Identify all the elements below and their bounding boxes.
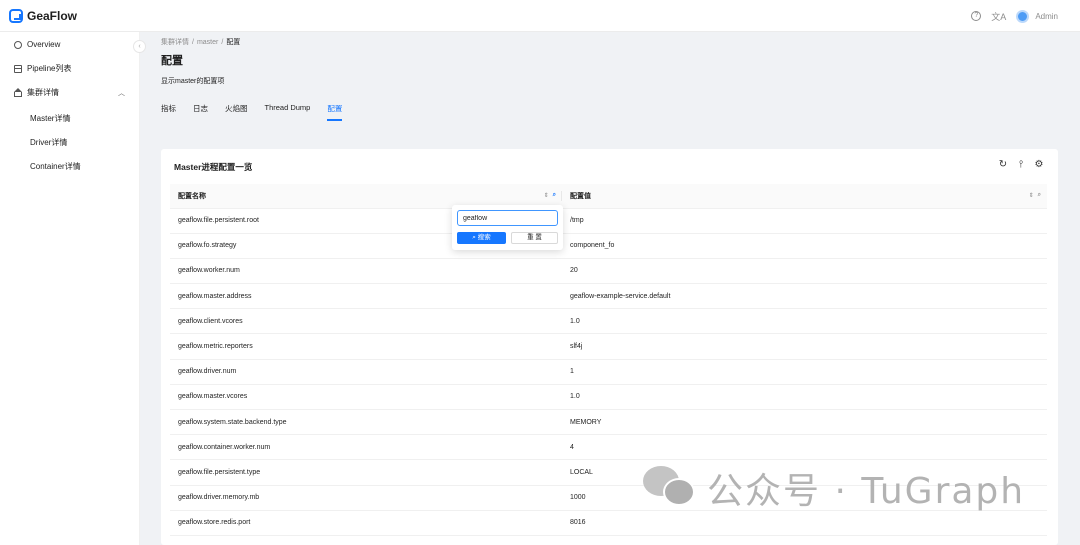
breadcrumb-current: 配置 — [226, 39, 241, 46]
column-header-label: 配置值 — [570, 192, 591, 200]
collapse-sidebar-button[interactable]: ‹ — [133, 40, 146, 53]
tab-config[interactable]: 配置 — [327, 103, 343, 121]
config-name-cell: geaflow.store.redis.port — [170, 510, 562, 536]
column-tools: ⇕ ⌕ — [544, 192, 556, 199]
config-value-cell: component_fo — [562, 233, 1047, 259]
sort-icon[interactable]: ⇕ — [544, 192, 549, 199]
config-name-cell: geaflow.master.address — [170, 283, 562, 310]
top-bar: GeaFlow ? 文A Admin — [0, 0, 1080, 32]
home-icon — [14, 87, 22, 97]
tab-thread-dump[interactable]: Thread Dump — [265, 103, 311, 121]
filter-search-icon[interactable]: ⌕ — [1038, 192, 1041, 199]
sidebar-item-label: 集群详情 — [27, 88, 59, 97]
column-tools: ⇕ ⌕ — [1029, 192, 1041, 199]
help-icon[interactable]: ? — [971, 11, 982, 21]
config-value-cell: geaflow-example-service.default — [562, 283, 1047, 310]
config-value-cell: 1.0 — [562, 384, 1047, 411]
sidebar-subitem-master[interactable]: Master详情 — [30, 113, 70, 124]
sidebar-subitem-driver[interactable]: Driver详情 — [30, 137, 67, 148]
config-name-cell: geaflow.system.state.backend.type — [170, 409, 562, 436]
app-logo[interactable]: GeaFlow — [9, 8, 78, 23]
column-header-value[interactable]: 配置值 ⇕ ⌕ — [562, 184, 1047, 209]
table-row: geaflow.client.vcores 1.0 — [170, 308, 1047, 335]
page-title: 配置 — [161, 55, 183, 67]
sidebar-item-cluster[interactable]: 集群详情 — [14, 87, 59, 98]
config-name-cell: geaflow.metric.reporters — [170, 333, 562, 360]
config-name-cell: geaflow.file.persistent.type — [170, 459, 562, 486]
sidebar-item-overview[interactable]: Overview — [14, 40, 60, 49]
config-value-cell: 1 — [562, 359, 1047, 385]
table-row: geaflow.metric.reporters slf4j — [170, 333, 1047, 360]
config-name-cell: geaflow.driver.num — [170, 359, 562, 385]
table-row: geaflow.master.address geaflow-example-se… — [170, 283, 1047, 310]
breadcrumb-item[interactable]: master — [197, 39, 218, 46]
table-row: geaflow.worker.num 20 — [170, 258, 1047, 285]
config-name-cell: geaflow.master.vcores — [170, 384, 562, 411]
config-name-cell: geaflow.client.vcores — [170, 308, 562, 335]
breadcrumb-separator: / — [192, 39, 194, 46]
config-value-cell: MEMORY — [562, 409, 1047, 436]
filter-search-button[interactable]: ⌕ 搜索 — [457, 232, 506, 244]
config-value-cell: 20 — [562, 258, 1047, 285]
sidebar-item-label: Overview — [27, 40, 61, 49]
filter-search-icon[interactable]: ⌕ — [553, 192, 556, 199]
config-name-cell: geaflow.container.worker.num — [170, 434, 562, 461]
table-row: geaflow.master.vcores 1.0 — [170, 384, 1047, 411]
column-height-icon[interactable]: ⫯ — [1016, 160, 1026, 170]
config-value-cell: 8016 — [562, 510, 1047, 536]
table-row: geaflow.container.worker.num 4 — [170, 434, 1047, 461]
column-filter-popup: ⌕ 搜索 重 置 — [452, 205, 563, 250]
config-name-cell: geaflow.worker.num — [170, 258, 562, 285]
user-name[interactable]: Admin — [1035, 12, 1058, 21]
table-row: geaflow.system.state.backend.type MEMORY — [170, 409, 1047, 436]
breadcrumb-separator: / — [221, 39, 224, 46]
table-row: geaflow.fo.strategy component_fo — [170, 233, 1047, 259]
search-icon: ⌕ — [472, 234, 476, 241]
avatar[interactable] — [1016, 9, 1030, 23]
tab-metrics[interactable]: 指标 — [161, 103, 176, 121]
smile-icon — [14, 40, 22, 49]
watermark-text: 公众号 · TuGraph — [707, 471, 1026, 512]
app-name: GeaFlow — [27, 8, 78, 23]
card-toolbar: ↻ ⫯ ⚙ — [998, 160, 1044, 170]
config-value-cell: 1.0 — [562, 308, 1047, 335]
config-value-cell: slf4j — [562, 333, 1047, 360]
breadcrumb-item[interactable]: 集群详情 — [161, 39, 189, 46]
sidebar-subitem-container[interactable]: Container详情 — [30, 161, 81, 172]
table-header-row: 配置名称 ⇕ ⌕ 配置值 ⇕ ⌕ — [170, 184, 1047, 209]
breadcrumb: 集群详情 / master / 配置 — [161, 37, 240, 47]
page-description: 显示master的配置项 — [161, 78, 225, 85]
config-name-cell: geaflow.driver.memory.mb — [170, 485, 562, 511]
table-row: geaflow.driver.num 1 — [170, 359, 1047, 385]
sidebar-item-label: Pipeline列表 — [27, 64, 72, 73]
chevron-up-icon[interactable]: ︿ — [118, 88, 125, 98]
tab-flame-graph[interactable]: 火焰图 — [225, 103, 248, 121]
table-row: geaflow.store.redis.port 8016 — [170, 510, 1047, 536]
filter-reset-button[interactable]: 重 置 — [511, 232, 558, 244]
sort-icon[interactable]: ⇕ — [1029, 192, 1034, 199]
table-row: geaflow.file.persistent.root/tmp — [170, 208, 1047, 234]
button-label: 搜索 — [477, 234, 491, 241]
wechat-logo-icon — [643, 466, 699, 510]
geaflow-logo-icon — [9, 8, 23, 23]
language-icon[interactable]: 文A — [991, 10, 1006, 23]
card-title: Master进程配置一览 — [174, 162, 253, 172]
config-value-cell: 4 — [562, 434, 1047, 461]
top-right-tools: ? 文A Admin — [971, 0, 1058, 32]
column-header-label: 配置名称 — [178, 192, 206, 200]
config-value-cell: /tmp — [562, 208, 1047, 234]
watermark: 公众号 · TuGraph — [643, 462, 1025, 514]
filter-search-input[interactable] — [457, 210, 558, 226]
settings-icon[interactable]: ⚙ — [1034, 160, 1044, 170]
tab-bar: 指标 日志 火焰图 Thread Dump 配置 — [161, 103, 359, 121]
tab-logs[interactable]: 日志 — [193, 103, 208, 121]
sidebar-item-pipeline[interactable]: Pipeline列表 — [14, 63, 71, 74]
sidebar: Overview Pipeline列表 集群详情 ︿ Master详情 Driv… — [0, 32, 140, 545]
refresh-icon[interactable]: ↻ — [998, 160, 1008, 170]
table-icon — [14, 64, 22, 73]
